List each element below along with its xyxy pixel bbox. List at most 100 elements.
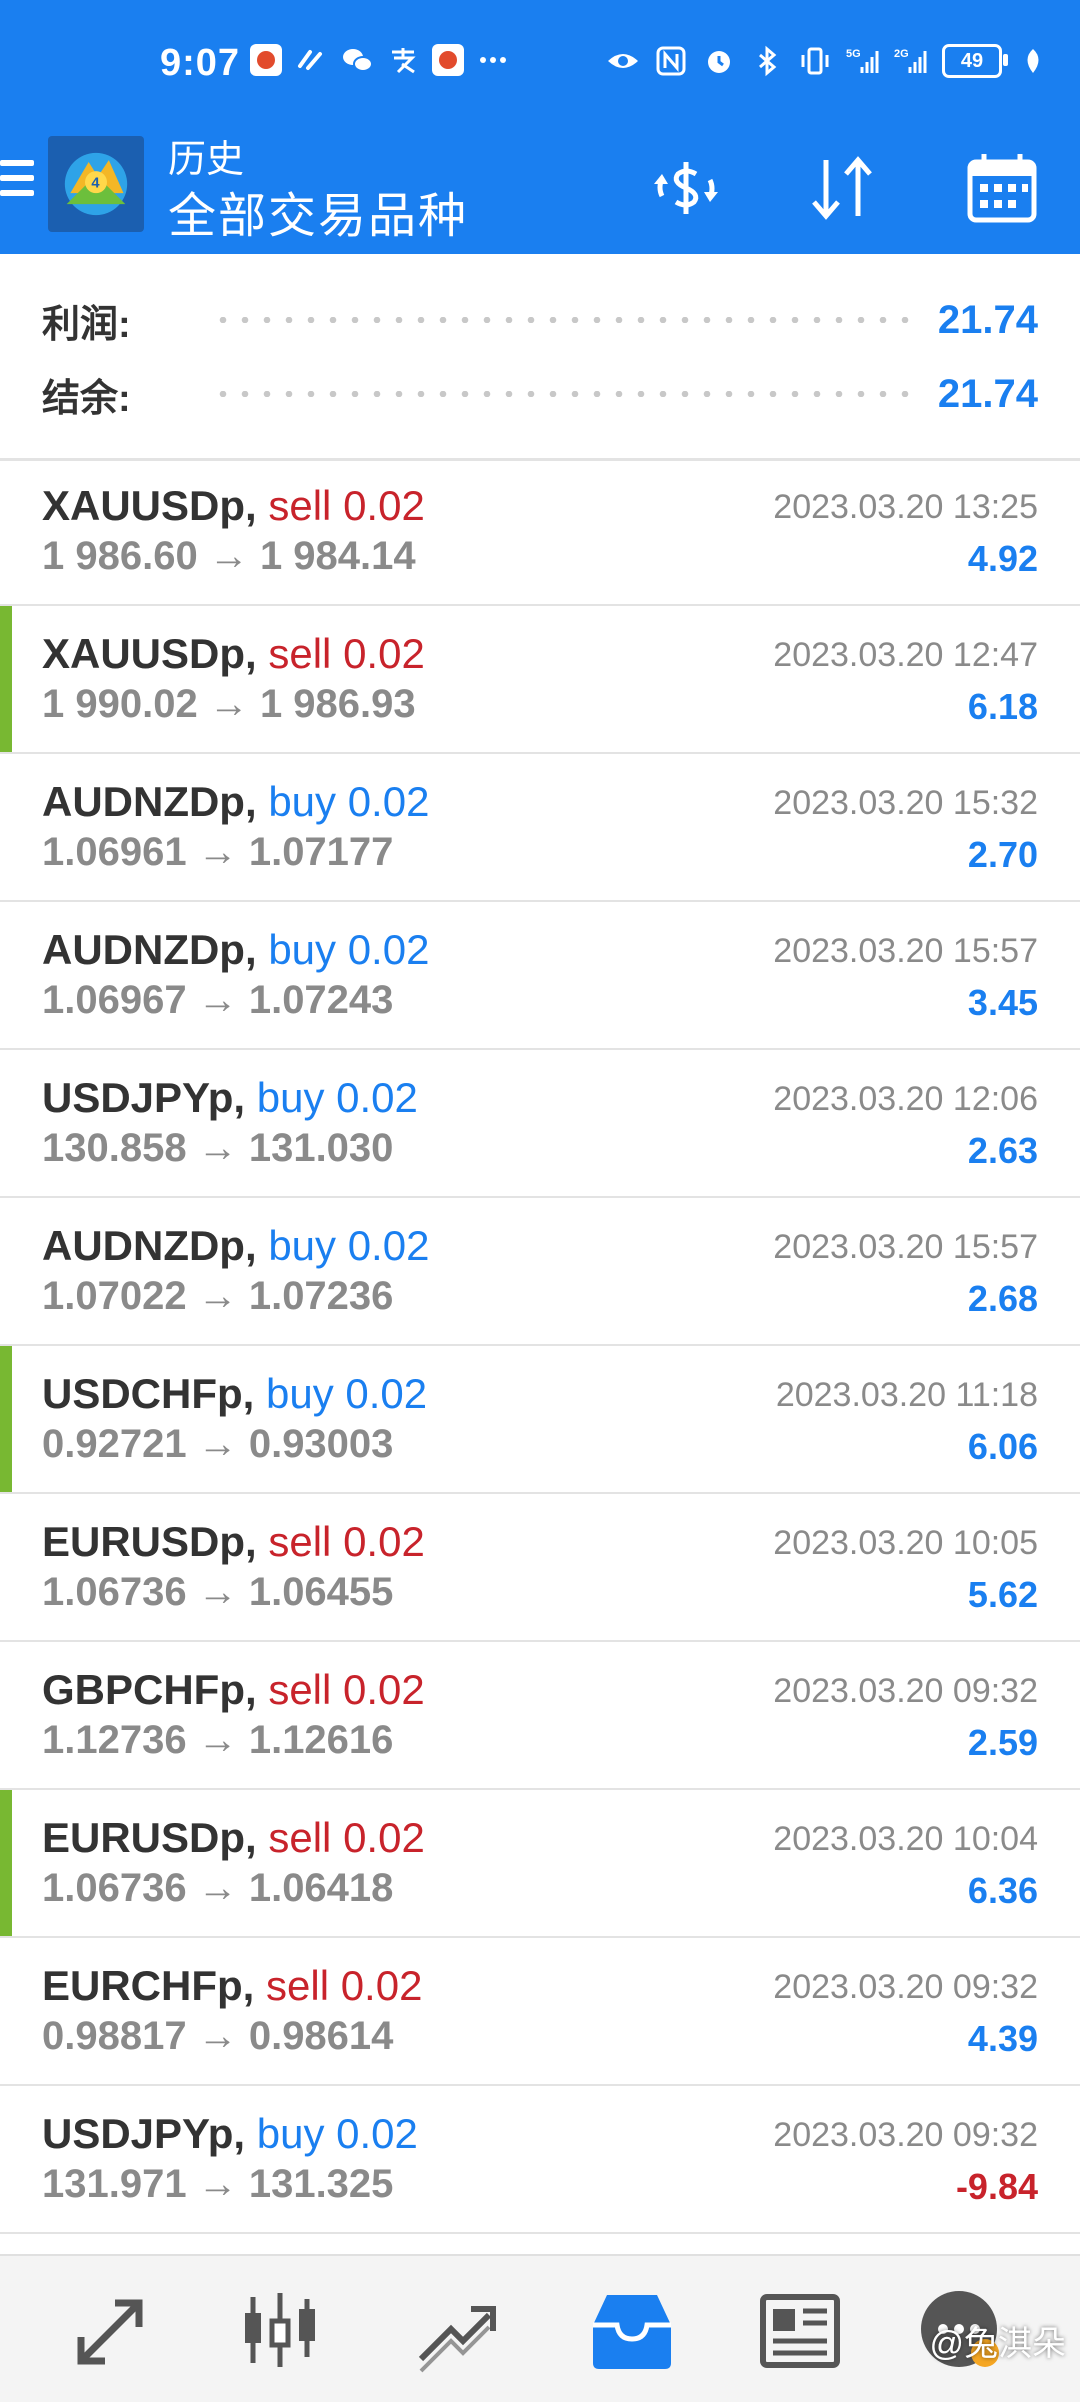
- arrow-right-icon: →: [186, 2014, 249, 2058]
- close-price: 0.98614: [248, 2014, 394, 2058]
- trade-prices: 1.06736 → 1.06455: [42, 1570, 393, 1615]
- trade-title: XAUUSDp, sell 0.02: [42, 630, 425, 678]
- trade-symbol: EURUSDp,: [42, 1518, 257, 1565]
- trade-profit: 4.39: [967, 2018, 1038, 2059]
- trade-symbol: EURUSDp,: [42, 1814, 257, 1861]
- trade-profit: 6.06: [967, 1426, 1038, 1467]
- trade-lot: 0.02: [347, 926, 430, 973]
- weibo-icon: [250, 44, 282, 76]
- top-app-bar: 9:07 5G 2G 49 4 历史 全部交易品种: [0, 0, 1080, 254]
- symbol-filter[interactable]: 全部交易品种: [168, 176, 468, 246]
- svg-text:4: 4: [91, 176, 100, 192]
- calendar-button[interactable]: [960, 146, 1044, 230]
- wechat-icon: [340, 44, 374, 76]
- notification-icons: [250, 44, 510, 76]
- trade-title: EURCHFp, sell 0.02: [42, 1962, 422, 2010]
- trade-title: EURUSDp, sell 0.02: [42, 1518, 425, 1566]
- trade-row[interactable]: XAUUSDp, sell 0.02 1 986.60 → 1 984.14 202…: [0, 458, 1080, 606]
- trade-datetime: 2023.03.20 15:57: [773, 1228, 1038, 1266]
- trade-symbol: USDJPYp,: [42, 2110, 246, 2157]
- trade-row[interactable]: EURUSDp, sell 0.02 1.06736 → 1.06455 2023.…: [0, 1494, 1080, 1642]
- trade-symbol: AUDNZDp,: [42, 1222, 257, 1269]
- trade-row[interactable]: AUDNZDp, buy 0.02 1.06967 → 1.07243 2023.0…: [0, 902, 1080, 1050]
- open-price: 1.12736: [42, 1718, 187, 1762]
- trade-row[interactable]: USDJPYp, buy 0.02 131.971 → 131.325 2023.0…: [0, 2086, 1080, 2234]
- trade-title: USDJPYp, buy 0.02: [42, 1074, 418, 1122]
- profit-label: 利润:: [42, 303, 131, 346]
- nav-quotes[interactable]: [64, 2282, 160, 2378]
- currency-exchange-button[interactable]: [644, 146, 728, 230]
- trade-datetime: 2023.03.20 09:32: [773, 2116, 1038, 2154]
- trade-row[interactable]: USDJPYp, buy 0.02 130.858 → 131.030 2023.0…: [0, 1050, 1080, 1198]
- arrow-right-icon: →: [186, 978, 249, 1022]
- trade-side: buy: [256, 1074, 325, 1121]
- nfc-icon: [654, 45, 688, 77]
- open-price: 1.06736: [42, 1866, 187, 1910]
- trade-row[interactable]: EURUSDp, sell 0.02 1.06736 → 1.06418 2023.…: [0, 1790, 1080, 1938]
- dot-leader: [212, 391, 918, 397]
- trade-row[interactable]: AUDNZDp, buy 0.02 1.07022 → 1.07236 2023.0…: [0, 1198, 1080, 1346]
- trade-symbol: XAUUSDp,: [42, 630, 257, 677]
- alipay-icon: [386, 44, 420, 76]
- close-price: 1.07236: [248, 1274, 394, 1318]
- trade-profit: 2.70: [967, 834, 1038, 875]
- open-price: 131.971: [42, 2162, 187, 2206]
- trade-prices: 0.98817 → 0.98614: [42, 2014, 393, 2059]
- nav-news[interactable]: [752, 2282, 848, 2378]
- trade-title: XAUUSDp, sell 0.02: [42, 482, 425, 530]
- nav-chart[interactable]: [232, 2282, 328, 2378]
- trade-profit: 3.45: [967, 982, 1038, 1023]
- trade-side: sell: [268, 1518, 332, 1565]
- close-price: 1.12616: [248, 1718, 394, 1762]
- trade-datetime: 2023.03.20 09:32: [773, 1672, 1038, 1710]
- nav-history[interactable]: [584, 2282, 680, 2378]
- signal-5g-icon: 5G: [846, 45, 880, 77]
- quotes-icon: [77, 2299, 143, 2365]
- open-price: 1.06736: [42, 1570, 187, 1614]
- trade-lot: 0.02: [343, 1666, 425, 1713]
- trade-title: AUDNZDp, buy 0.02: [42, 778, 429, 826]
- trade-side: sell: [268, 1814, 332, 1861]
- trade-row[interactable]: EURCHFp, sell 0.02 0.98817 → 0.98614 2023.…: [0, 1938, 1080, 2086]
- nav-trade[interactable]: [408, 2282, 504, 2378]
- trade-lot: 0.02: [343, 1814, 425, 1861]
- trade-symbol: USDJPYp,: [42, 1074, 246, 1121]
- trade-prices: 130.858 → 131.030: [42, 1126, 393, 1171]
- trade-side: buy: [268, 926, 337, 973]
- arrow-right-icon: →: [186, 1866, 249, 1910]
- vibrate-icon: [798, 45, 832, 77]
- sort-button[interactable]: [800, 146, 884, 230]
- trade-title: USDJPYp, buy 0.02: [42, 2110, 418, 2158]
- trade-row[interactable]: AUDNZDp, buy 0.02 1.06961 → 1.07177 2023.0…: [0, 754, 1080, 902]
- history-icon: [593, 2295, 671, 2369]
- close-price: 1.07177: [248, 830, 394, 874]
- trade-profit: 2.63: [967, 1130, 1038, 1171]
- open-price: 1 990.02: [42, 682, 198, 726]
- trade-row[interactable]: GBPCHFp, sell 0.02 1.12736 → 1.12616 2023.…: [0, 1642, 1080, 1790]
- trade-profit: 4.92: [967, 538, 1038, 579]
- sort-icon: [812, 156, 872, 220]
- trade-side: buy: [268, 778, 337, 825]
- battery-indicator: 49: [942, 44, 1008, 78]
- trade-datetime: 2023.03.20 09:32: [773, 1968, 1038, 2006]
- trade-side: sell: [268, 482, 332, 529]
- dot-leader: [212, 317, 918, 323]
- open-price: 1.07022: [42, 1274, 187, 1318]
- status-bar: 9:07 5G 2G 49: [0, 30, 1080, 106]
- menu-icon[interactable]: [0, 160, 34, 204]
- trade-profit: 5.62: [967, 1574, 1038, 1615]
- trade-title: AUDNZDp, buy 0.02: [42, 1222, 429, 1270]
- trade-datetime: 2023.03.20 11:18: [775, 1376, 1038, 1414]
- trade-lot: 0.02: [336, 1074, 418, 1121]
- open-price: 130.858: [42, 1126, 187, 1170]
- open-price: 0.98817: [42, 2014, 187, 2058]
- close-price: 1 984.14: [259, 534, 416, 578]
- trade-side: buy: [268, 1222, 337, 1269]
- open-price: 0.92721: [42, 1422, 187, 1466]
- trade-row[interactable]: XAUUSDp, sell 0.02 1 990.02 → 1 986.93 202…: [0, 606, 1080, 754]
- trade-row[interactable]: USDCHFp, buy 0.02 0.92721 → 0.93003 2023.0…: [0, 1346, 1080, 1494]
- trade-lot: 0.02: [343, 630, 425, 677]
- trade-profit: 2.59: [967, 1722, 1038, 1763]
- trade-lot: 0.02: [347, 778, 430, 825]
- trade-lot: 0.02: [347, 1222, 430, 1269]
